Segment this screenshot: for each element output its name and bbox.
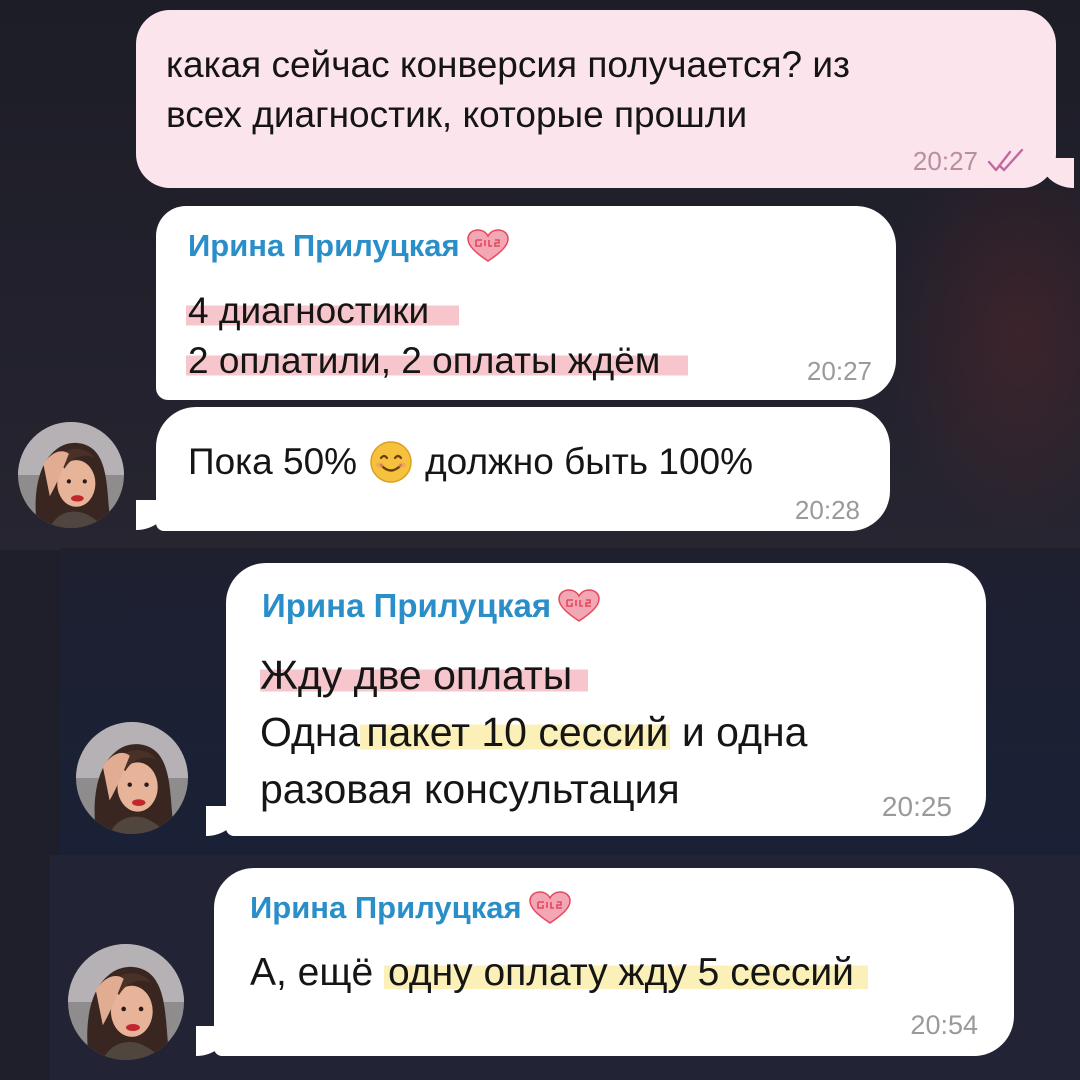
message-time: 20:27 [912, 146, 978, 176]
sender-name-label: Ирина Прилуцкая [262, 587, 552, 624]
message-text-part: и одна [681, 709, 808, 755]
message-text: Пока 50% должно быть 100% [188, 437, 753, 487]
highlighted-text: 2 оплатили, 2 оплаты ждём [186, 340, 689, 381]
incoming-message[interactable]: Ирина Прилуцкая Жду две оплаты Одна пакет… [226, 563, 986, 836]
highlighted-text: пакет 10 сессий [360, 709, 671, 755]
message-text-part: Одна [260, 709, 361, 755]
chat-screenshot-collage: какая сейчас конверсия получается? из вс… [0, 0, 1080, 1080]
avatar[interactable] [76, 722, 188, 834]
highlighted-text: 4 диагностики [186, 290, 460, 331]
message-time: 20:28 [794, 495, 860, 525]
highlighted-text: одну оплату жду 5 сессий [384, 951, 868, 994]
message-line: всех диагностик, которые прошли [166, 94, 748, 135]
smiling-face-emoji [369, 440, 413, 484]
message-text: А, ещё одну оплату жду 5 сессий [250, 946, 868, 1000]
avatar[interactable] [18, 422, 124, 528]
message-time: 20:25 [881, 791, 952, 822]
background-glow [880, 190, 1080, 550]
highlighted-text: Жду две оплаты [260, 652, 589, 698]
sender-name-label: Ирина Прилуцкая [188, 228, 460, 263]
sender-name-label: Ирина Прилуцкая [250, 890, 522, 925]
message-line: какая сейчас конверсия получается? из [166, 44, 850, 85]
sender-name[interactable]: Ирина Прилуцкая [250, 890, 572, 926]
avatar[interactable] [68, 944, 184, 1060]
message-text: 4 диагностики 2 оплатили, 2 оплаты ждём [186, 286, 689, 386]
message-time: 20:54 [910, 1010, 978, 1040]
message-line: разовая консультация [260, 766, 680, 812]
message-text-part: Пока 50% [188, 441, 358, 482]
sender-name[interactable]: Ирина Прилуцкая [262, 587, 601, 625]
double-check-icon [986, 146, 1028, 174]
incoming-message[interactable]: Пока 50% должно быть 100% 20:28 [156, 407, 890, 531]
incoming-message[interactable]: Ирина Прилуцкая 4 диагностики 2 оплатили… [156, 206, 896, 400]
message-text-part: А, ещё [250, 951, 374, 994]
message-text: Жду две оплаты Одна пакет 10 сессий и одн… [260, 647, 807, 818]
outgoing-message[interactable]: какая сейчас конверсия получается? из вс… [136, 10, 1056, 188]
girl-power-badge-icon [466, 229, 510, 263]
sender-name[interactable]: Ирина Прилуцкая [188, 228, 510, 264]
girl-power-badge-icon [528, 891, 572, 925]
girl-power-badge-icon [557, 589, 601, 623]
incoming-message[interactable]: Ирина Прилуцкая А, ещё одну оплату жду 5… [214, 868, 1014, 1056]
message-text: какая сейчас конверсия получается? из вс… [166, 40, 850, 140]
message-text-part: должно быть 100% [425, 441, 753, 482]
message-time: 20:27 [806, 356, 872, 386]
